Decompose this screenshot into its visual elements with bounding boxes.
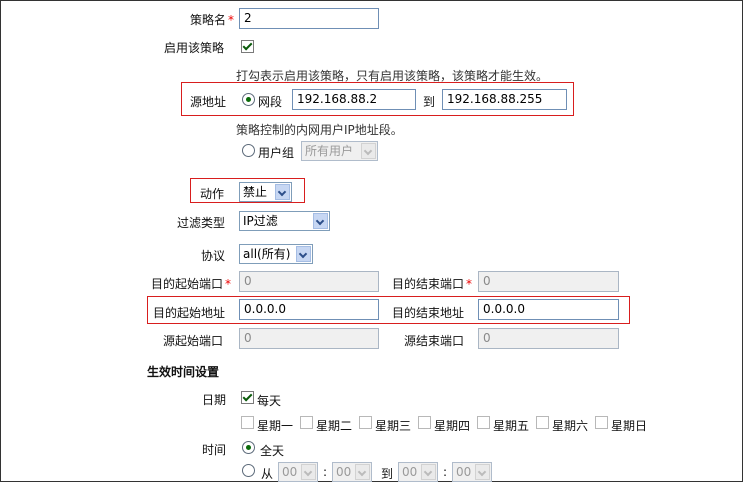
time-label: 时间 <box>202 443 227 457</box>
source-start-ip-input[interactable]: 192.168.88.2 <box>292 89 416 110</box>
action-value: 禁止 <box>243 185 268 199</box>
filter-type-select[interactable]: IP过滤 <box>239 211 330 231</box>
dest-addr-end-label: 目的结束地址 <box>392 306 465 320</box>
dest-addr-start-label: 目的起始地址 <box>153 306 226 320</box>
to-hour-value: 00 <box>402 465 418 479</box>
to-min-select[interactable]: 00 <box>452 462 492 482</box>
from-min-select[interactable]: 00 <box>332 462 372 482</box>
user-group-radio[interactable] <box>242 144 255 157</box>
user-group-select[interactable]: 所有用户 <box>301 141 378 161</box>
everyday-label: 每天 <box>257 394 282 408</box>
from-hour-value: 00 <box>282 465 298 479</box>
weekday-label-fri: 星期五 <box>493 419 530 433</box>
dest-port-end-input[interactable]: 0 <box>478 271 619 292</box>
policy-name-input[interactable]: 2 <box>239 8 379 29</box>
enable-policy-label: 启用该策略 <box>164 41 225 55</box>
from-hour-select[interactable]: 00 <box>278 462 318 482</box>
time-to-label: 到 <box>381 467 394 481</box>
allday-radio[interactable] <box>242 441 255 454</box>
time-from-label: 从 <box>261 467 274 481</box>
dest-addr-end-input[interactable]: 0.0.0.0 <box>478 299 619 320</box>
weekday-label-thu: 星期四 <box>434 419 471 433</box>
weekday-label-sun: 星期日 <box>611 419 648 433</box>
segment-label: 网段 <box>258 95 283 109</box>
source-address-label: 源地址 <box>190 95 227 109</box>
chevron-down-icon <box>313 213 328 229</box>
action-select[interactable]: 禁止 <box>239 182 292 202</box>
dest-port-start-input[interactable]: 0 <box>239 271 379 292</box>
time-colon-1: : <box>323 465 328 479</box>
chevron-down-icon <box>275 184 290 200</box>
protocol-label: 协议 <box>201 249 226 263</box>
policy-name-label: 策略名 * <box>190 13 235 27</box>
weekday-checkbox-sun[interactable] <box>595 416 608 429</box>
time-range-radio[interactable] <box>242 464 255 477</box>
weekday-checkbox-mon[interactable] <box>241 416 254 429</box>
to-min-value: 00 <box>456 465 472 479</box>
user-group-label: 用户组 <box>258 146 295 160</box>
to-hour-select[interactable]: 00 <box>398 462 438 482</box>
chevron-down-icon <box>475 464 490 480</box>
source-to-label: 到 <box>423 95 436 109</box>
dest-addr-start-input[interactable]: 0.0.0.0 <box>239 299 379 320</box>
weekday-checkbox-sat[interactable] <box>536 416 549 429</box>
src-port-start-label: 源起始端口 <box>163 334 224 348</box>
dest-port-start-label: 目的起始端口 * <box>151 277 232 291</box>
policy-form: 策略名 * 2 启用该策略 打勾表示启用该策略，只有启用该策略，该策略才能生效。 … <box>0 0 743 482</box>
source-address-hint: 策略控制的内网用户IP地址段。 <box>236 123 403 137</box>
weekday-checkbox-tue[interactable] <box>300 416 313 429</box>
chevron-down-icon <box>301 464 316 480</box>
weekday-label-tue: 星期二 <box>316 419 353 433</box>
weekday-checkbox-thu[interactable] <box>418 416 431 429</box>
dest-port-end-label: 目的结束端口 * <box>392 277 473 291</box>
filter-type-label: 过滤类型 <box>177 216 226 230</box>
src-port-end-input[interactable]: 0 <box>478 328 619 349</box>
segment-radio[interactable] <box>242 93 255 106</box>
action-label: 动作 <box>200 187 225 201</box>
weekday-checkbox-fri[interactable] <box>477 416 490 429</box>
src-port-start-input[interactable]: 0 <box>239 328 379 349</box>
filter-type-value: IP过滤 <box>243 214 278 228</box>
from-min-value: 00 <box>336 465 352 479</box>
weekday-checkbox-wed[interactable] <box>359 416 372 429</box>
allday-label: 全天 <box>260 444 285 458</box>
schedule-heading: 生效时间设置 <box>147 365 220 379</box>
date-label: 日期 <box>202 393 227 407</box>
enable-policy-checkbox[interactable] <box>241 40 254 53</box>
chevron-down-icon <box>355 464 370 480</box>
time-colon-2: : <box>443 465 448 479</box>
weekday-label-wed: 星期三 <box>375 419 412 433</box>
protocol-value: all(所有) <box>243 247 291 261</box>
source-end-ip-input[interactable]: 192.168.88.255 <box>442 89 567 110</box>
weekday-label-mon: 星期一 <box>257 419 294 433</box>
user-group-value: 所有用户 <box>305 144 354 158</box>
src-port-end-label: 源结束端口 <box>404 334 465 348</box>
protocol-select[interactable]: all(所有) <box>239 244 313 264</box>
everyday-checkbox[interactable] <box>241 391 254 404</box>
weekday-label-sat: 星期六 <box>552 419 589 433</box>
chevron-down-icon <box>296 246 311 262</box>
chevron-down-icon <box>421 464 436 480</box>
chevron-down-icon <box>361 143 376 159</box>
